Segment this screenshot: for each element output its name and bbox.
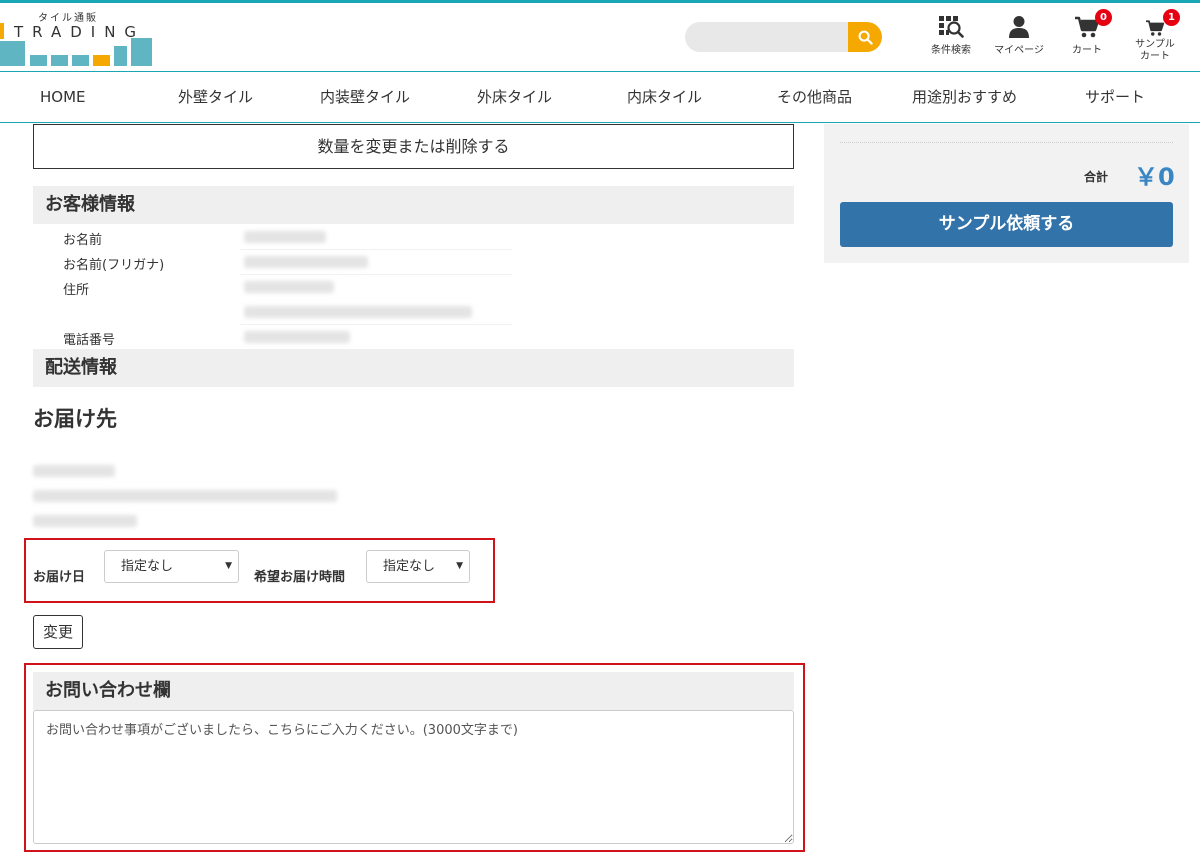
redacted-destination-address xyxy=(33,490,337,502)
search-icon xyxy=(858,30,873,45)
inquiry-heading: お問い合わせ欄 xyxy=(33,672,794,710)
cart-count-badge: 0 xyxy=(1095,9,1112,26)
logo-bar xyxy=(0,41,25,66)
customer-kana-label: お名前(フリガナ) xyxy=(63,258,165,273)
logo-bar xyxy=(30,55,47,66)
customer-address-label: 住所 xyxy=(63,283,90,298)
redacted-address xyxy=(244,306,472,318)
search-button[interactable] xyxy=(848,22,882,52)
nav-item-exterior-wall[interactable]: 外壁タイル xyxy=(178,72,253,122)
row-divider xyxy=(240,274,512,275)
destination-title: お届け先 xyxy=(33,407,117,431)
customer-info-heading: お客様情報 xyxy=(33,186,794,224)
row-divider xyxy=(240,324,512,325)
logo-bar xyxy=(51,55,68,66)
nav-item-other-products[interactable]: その他商品 xyxy=(777,72,852,122)
sample-cart-icon xyxy=(1146,20,1165,36)
delivery-time-select[interactable]: 指定なし ▼ xyxy=(366,550,470,583)
logo-bar xyxy=(72,55,89,66)
delivery-date-select[interactable]: 指定なし ▼ xyxy=(104,550,239,583)
site-logo[interactable]: タイル通販 TRADING xyxy=(0,9,160,69)
user-icon xyxy=(1009,16,1029,38)
customer-phone-label: 電話番号 xyxy=(63,333,116,348)
redacted-phone xyxy=(244,331,350,343)
site-header: タイル通販 TRADING 条件検索 マイページ カート 0 サンプル カート … xyxy=(0,3,1200,71)
logo-bar xyxy=(131,38,152,66)
redacted-postal-code xyxy=(244,281,334,293)
dropdown-arrow-icon: ▼ xyxy=(225,561,232,571)
request-sample-button[interactable]: サンプル依頼する xyxy=(840,202,1173,247)
nav-item-exterior-floor[interactable]: 外床タイル xyxy=(477,72,552,122)
condition-search-icon xyxy=(939,16,964,38)
mypage-label: マイページ xyxy=(994,45,1044,56)
delivery-date-label: お届け日 xyxy=(33,570,86,585)
nav-item-support[interactable]: サポート xyxy=(1085,72,1145,122)
condition-search-label: 条件検索 xyxy=(931,45,971,56)
redacted-destination-phone xyxy=(33,515,137,527)
logo-bar xyxy=(0,23,4,39)
total-value: ￥0 xyxy=(1134,163,1175,191)
delivery-time-value: 指定なし xyxy=(383,559,436,574)
logo-bar xyxy=(93,55,110,66)
logo-name: TRADING xyxy=(14,23,146,41)
condition-search-link[interactable]: 条件検索 xyxy=(926,15,976,56)
nav-item-by-usage[interactable]: 用途別おすすめ xyxy=(912,72,1017,122)
redacted-destination-name xyxy=(33,465,115,477)
search-box xyxy=(685,22,882,52)
change-quantity-button[interactable]: 数量を変更または削除する xyxy=(33,124,794,169)
nav-item-home[interactable]: HOME xyxy=(40,72,86,122)
cart-label: カート xyxy=(1072,45,1102,56)
delivery-time-label: 希望お届け時間 xyxy=(254,570,346,585)
row-divider xyxy=(240,249,512,250)
sample-cart-label-line2: カート xyxy=(1140,51,1170,62)
redacted-kana xyxy=(244,256,368,268)
summary-divider xyxy=(840,142,1173,143)
order-summary: 合計 ￥0 サンプル依頼する xyxy=(824,124,1189,263)
nav-item-interior-floor[interactable]: 内床タイル xyxy=(627,72,702,122)
search-input[interactable] xyxy=(685,22,848,52)
mypage-link[interactable]: マイページ xyxy=(990,15,1048,56)
inquiry-textarea[interactable] xyxy=(33,710,794,844)
logo-subtitle: タイル通販 xyxy=(38,13,98,24)
nav-item-interior-wall[interactable]: 内装壁タイル xyxy=(320,72,410,122)
customer-name-label: お名前 xyxy=(63,233,103,248)
delivery-date-value: 指定なし xyxy=(121,559,174,574)
change-destination-button[interactable]: 変更 xyxy=(33,615,83,649)
dropdown-arrow-icon: ▼ xyxy=(456,561,463,571)
main-nav: HOME 外壁タイル 内装壁タイル 外床タイル 内床タイル その他商品 用途別お… xyxy=(0,71,1200,123)
redacted-name xyxy=(244,231,326,243)
shipping-info-heading: 配送情報 xyxy=(33,349,794,387)
sample-cart-label-line1: サンプル xyxy=(1135,39,1175,50)
sample-cart-count-badge: 1 xyxy=(1163,9,1180,26)
total-label: 合計 xyxy=(1084,170,1109,184)
logo-bar xyxy=(114,46,127,66)
